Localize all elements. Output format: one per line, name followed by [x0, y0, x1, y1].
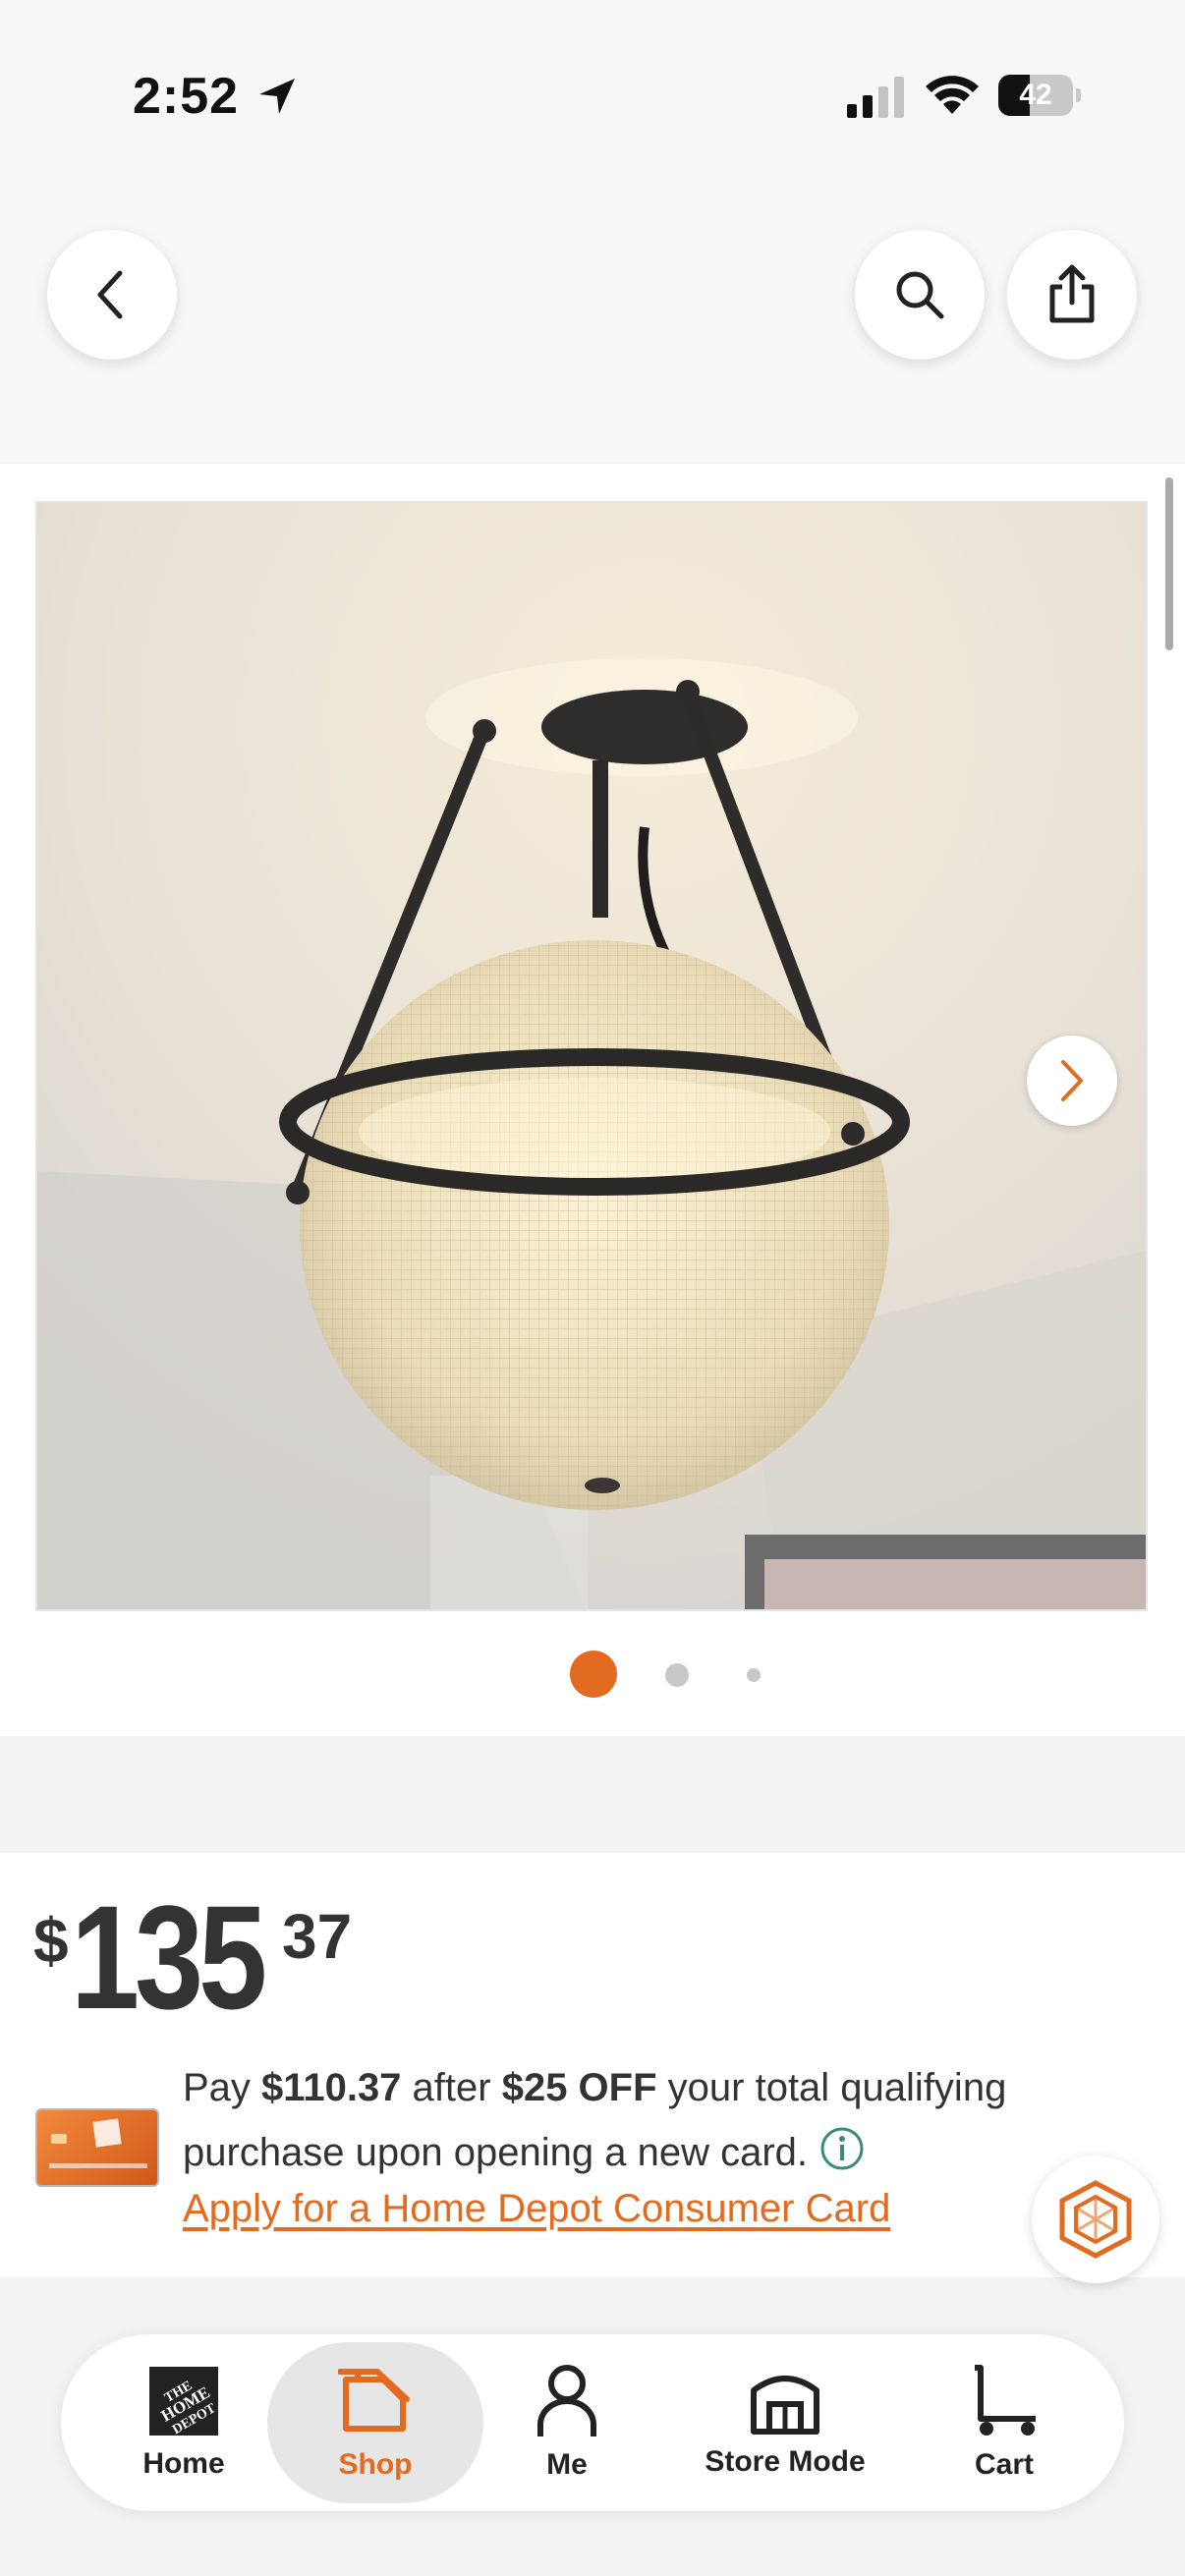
tab-label: Cart	[974, 2448, 1034, 2481]
status-bar: 2:52 42	[0, 0, 1185, 187]
tab-shop[interactable]: Shop	[267, 2334, 483, 2511]
price-cents: 37	[282, 1901, 353, 1972]
pagination-dot[interactable]	[665, 1663, 689, 1687]
hexagon-chat-icon	[1059, 2180, 1132, 2259]
cellular-signal-icon	[847, 77, 904, 118]
tab-label: Me	[546, 2448, 588, 2481]
apply-card-link[interactable]: Apply for a Home Depot Consumer Card	[183, 2187, 890, 2231]
bottom-tab-bar: THE HOME DEPOT Home Shop Me Store Mode C…	[61, 2334, 1124, 2511]
promo-discounted-price: $110.37	[261, 2066, 402, 2109]
cart-icon	[975, 2365, 1036, 2436]
location-arrow-icon	[259, 79, 295, 114]
tab-label: Home	[142, 2447, 225, 2480]
tab-cart[interactable]: Cart	[945, 2334, 1063, 2511]
person-icon	[537, 2365, 596, 2436]
chat-assistant-button[interactable]	[1032, 2156, 1159, 2283]
search-icon	[896, 271, 944, 319]
product-gallery	[0, 464, 1185, 1736]
promo-pay-text: Pay	[183, 2066, 262, 2109]
price-dollars: 135	[71, 1875, 267, 2040]
info-icon[interactable]	[819, 2126, 865, 2171]
credit-card-image	[35, 2108, 159, 2187]
scroll-indicator[interactable]	[1165, 477, 1173, 650]
pagination-dot-active[interactable]	[570, 1651, 617, 1698]
shop-tag-icon	[338, 2369, 410, 2432]
home-depot-logo-icon: THE HOME DEPOT	[149, 2367, 219, 2437]
next-image-button[interactable]	[1027, 1036, 1117, 1126]
battery-level: 42	[1019, 79, 1052, 111]
share-icon	[1049, 264, 1095, 323]
promo-discount: $25 OFF	[501, 2066, 657, 2109]
promo-after-text: after	[401, 2066, 502, 2109]
status-time: 2:52	[133, 68, 240, 125]
ceiling-light-image	[37, 503, 1146, 1609]
wifi-icon	[926, 76, 979, 114]
tab-store-mode[interactable]: Store Mode	[682, 2334, 888, 2511]
chevron-right-icon	[1061, 1060, 1083, 1101]
store-icon	[751, 2376, 819, 2435]
battery-icon: 42	[998, 75, 1081, 116]
price-currency: $	[33, 1905, 69, 1976]
share-button[interactable]	[1007, 230, 1137, 360]
search-button[interactable]	[855, 230, 985, 360]
tab-label: Shop	[338, 2448, 413, 2481]
product-image[interactable]	[35, 501, 1148, 1611]
tab-label: Store Mode	[705, 2445, 866, 2478]
promo-text: Pay $110.37 after $25 OFF your total qua…	[183, 2055, 1087, 2185]
chevron-left-icon	[97, 270, 123, 319]
image-pagination	[0, 1651, 1185, 1700]
back-button[interactable]	[47, 230, 177, 360]
pagination-dot[interactable]	[747, 1668, 761, 1682]
price-section: $ 135 37 Pay $110.37 after $25 OFF your …	[0, 1853, 1185, 2277]
tab-me[interactable]: Me	[513, 2334, 621, 2511]
top-nav	[0, 187, 1185, 462]
tab-home[interactable]: THE HOME DEPOT Home	[120, 2334, 248, 2511]
